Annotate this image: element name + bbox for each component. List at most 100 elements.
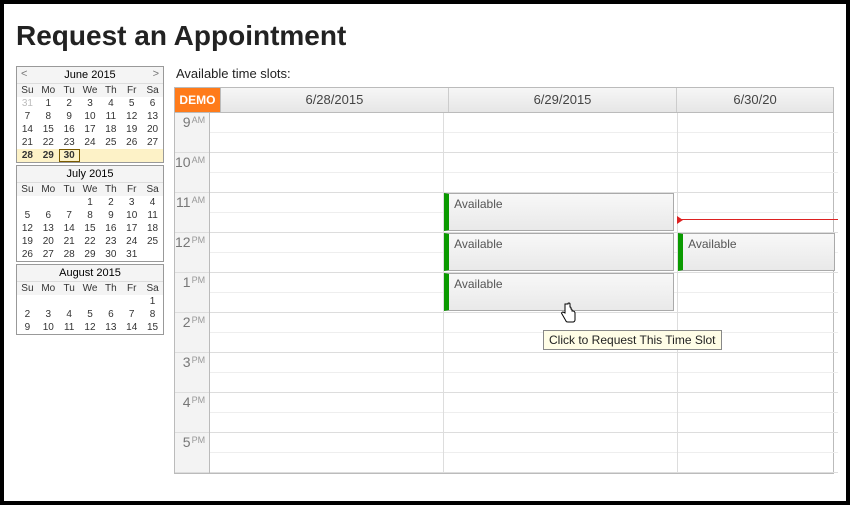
calendar-day-cell[interactable]: 30 [59,149,80,162]
calendar-day-cell[interactable]: 19 [121,123,142,136]
time-cell[interactable] [678,353,838,373]
calendar-day-cell[interactable]: 3 [38,308,59,321]
calendar-day-cell[interactable]: 20 [38,235,59,248]
time-cell[interactable] [678,153,838,173]
calendar-day-cell[interactable]: 27 [142,136,163,149]
calendar-day-cell[interactable]: 5 [80,308,101,321]
time-cell[interactable] [444,353,677,373]
calendar-day-cell[interactable]: 8 [38,110,59,123]
calendar-day-cell[interactable]: 12 [121,110,142,123]
time-cell[interactable] [444,153,677,173]
time-cell[interactable] [444,113,677,133]
calendar-day-cell[interactable]: 7 [17,110,38,123]
time-cell[interactable] [210,433,443,453]
available-slot[interactable]: Available [444,193,674,231]
calendar-day-cell[interactable]: 30 [100,248,121,261]
time-cell[interactable] [678,413,838,433]
time-cell[interactable] [210,233,443,253]
calendar-day-cell[interactable]: 18 [142,222,163,235]
time-cell[interactable] [678,433,838,453]
calendar-day-cell[interactable]: 15 [142,321,163,334]
prev-month-button[interactable]: < [21,68,27,80]
calendar-day-cell[interactable]: 22 [80,235,101,248]
available-slot[interactable]: Available [678,233,835,271]
calendar-day-cell[interactable]: 8 [142,308,163,321]
time-cell[interactable] [444,133,677,153]
time-cell[interactable] [678,293,838,313]
time-cell[interactable] [210,453,443,473]
calendar-day-cell[interactable]: 7 [121,308,142,321]
calendar-day-cell[interactable]: 14 [59,222,80,235]
time-cell[interactable] [210,393,443,413]
time-cell[interactable] [444,393,677,413]
time-cell[interactable] [210,333,443,353]
calendar-day-cell[interactable]: 11 [100,110,121,123]
time-cell[interactable] [210,113,443,133]
calendar-day-cell[interactable]: 11 [142,209,163,222]
calendar-day-cell[interactable]: 13 [142,110,163,123]
calendar-day-cell[interactable]: 4 [59,308,80,321]
day-column[interactable]: AvailableAvailableAvailable [444,113,678,473]
calendar-day-cell[interactable]: 23 [100,235,121,248]
calendar-day-cell[interactable]: 10 [38,321,59,334]
calendar-day-cell[interactable]: 6 [100,308,121,321]
calendar-day-cell[interactable]: 9 [17,321,38,334]
time-cell[interactable] [210,173,443,193]
calendar-day-cell[interactable]: 20 [142,123,163,136]
calendar-day-cell[interactable]: 16 [100,222,121,235]
calendar-day-cell[interactable]: 21 [59,235,80,248]
calendar-day-cell[interactable]: 18 [100,123,121,136]
time-cell[interactable] [210,253,443,273]
calendar-day-cell[interactable]: 24 [121,235,142,248]
available-slot[interactable]: Available [444,233,674,271]
calendar-day-cell[interactable]: 9 [100,209,121,222]
time-cell[interactable] [444,453,677,473]
calendar-day-cell[interactable]: 2 [17,308,38,321]
calendar-day-cell[interactable]: 28 [59,248,80,261]
calendar-day-cell[interactable]: 4 [100,97,121,110]
calendar-day-cell[interactable]: 22 [38,136,59,149]
time-cell[interactable] [444,173,677,193]
calendar-day-cell[interactable]: 5 [121,97,142,110]
calendar-day-cell[interactable]: 25 [142,235,163,248]
time-cell[interactable] [210,153,443,173]
calendar-day-cell[interactable]: 24 [80,136,101,149]
calendar-day-cell[interactable]: 31 [17,97,38,110]
date-column-header[interactable]: 6/29/2015 [449,88,677,112]
calendar-day-cell[interactable]: 13 [38,222,59,235]
calendar-day-cell[interactable]: 29 [38,149,59,162]
calendar-day-cell[interactable]: 6 [38,209,59,222]
calendar-day-cell[interactable]: 1 [142,295,163,308]
time-cell[interactable] [678,173,838,193]
calendar-day-cell[interactable]: 2 [59,97,80,110]
calendar-day-cell[interactable]: 8 [80,209,101,222]
calendar-day-cell[interactable]: 31 [121,248,142,261]
calendar-day-cell[interactable]: 2 [100,196,121,209]
calendar-day-cell[interactable]: 15 [80,222,101,235]
calendar-day-cell[interactable]: 27 [38,248,59,261]
time-cell[interactable] [678,213,838,233]
calendar-day-cell[interactable]: 25 [100,136,121,149]
time-cell[interactable] [210,193,443,213]
date-column-header[interactable]: 6/28/2015 [221,88,449,112]
calendar-day-cell[interactable]: 12 [80,321,101,334]
calendar-day-cell[interactable]: 14 [121,321,142,334]
time-cell[interactable] [678,113,838,133]
calendar-day-cell[interactable]: 13 [100,321,121,334]
time-cell[interactable] [210,313,443,333]
calendar-day-cell[interactable]: 26 [121,136,142,149]
calendar-day-cell[interactable]: 1 [38,97,59,110]
calendar-day-cell[interactable]: 21 [17,136,38,149]
time-cell[interactable] [678,453,838,473]
time-cell[interactable] [678,393,838,413]
calendar-day-cell[interactable]: 26 [17,248,38,261]
time-cell[interactable] [678,133,838,153]
calendar-day-cell[interactable]: 5 [17,209,38,222]
calendar-day-cell[interactable]: 16 [59,123,80,136]
calendar-day-cell[interactable]: 29 [80,248,101,261]
time-cell[interactable] [210,413,443,433]
available-slot[interactable]: Available [444,273,674,311]
calendar-day-cell[interactable]: 19 [17,235,38,248]
calendar-day-cell[interactable]: 15 [38,123,59,136]
time-cell[interactable] [678,273,838,293]
